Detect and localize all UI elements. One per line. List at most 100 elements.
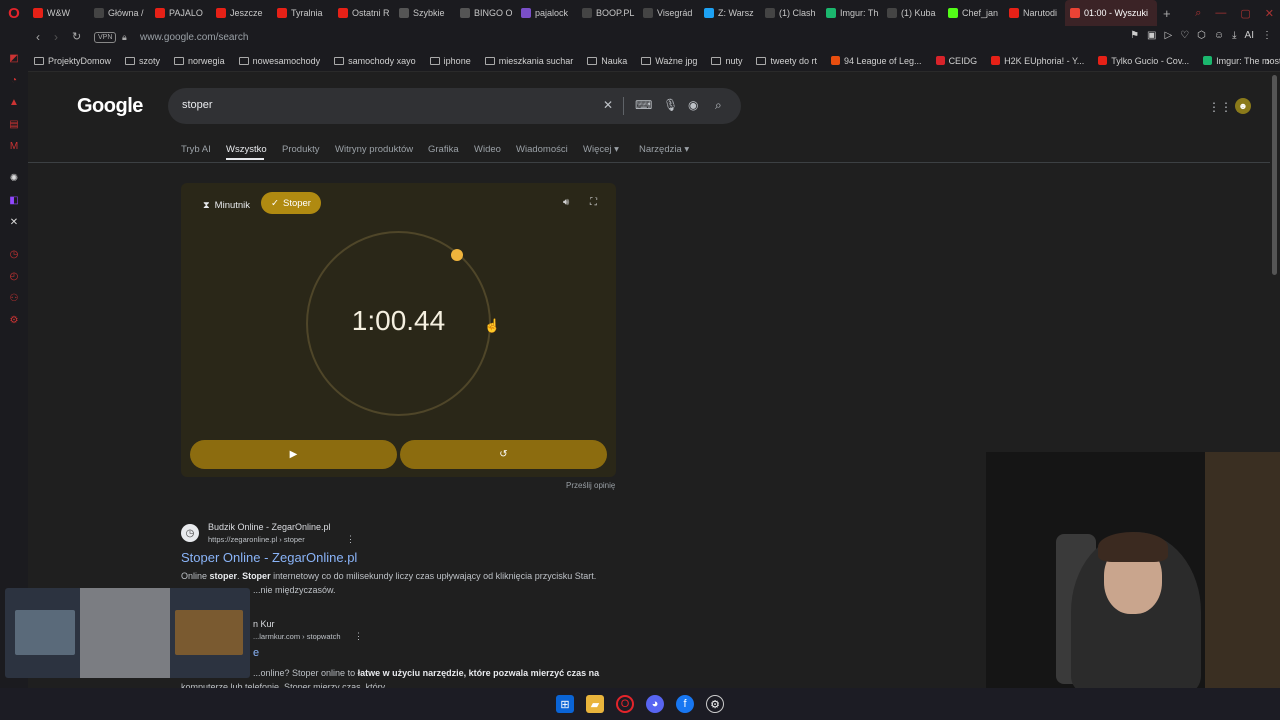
bookmarks-overflow-icon[interactable]: ›: [1266, 54, 1270, 68]
feedback-link[interactable]: Prześlij opinię: [566, 481, 615, 490]
result-url[interactable]: https://zegaronline.pl › stoper: [208, 535, 305, 544]
menu-icon[interactable]: ⋮: [1262, 30, 1272, 41]
snapshot-icon[interactable]: ▣: [1147, 30, 1156, 41]
tab-wiecej[interactable]: Więcej ▾: [583, 144, 619, 155]
more-options-icon[interactable]: ⋮: [346, 534, 355, 545]
tab-6[interactable]: Szybkie: [394, 0, 455, 26]
heart-icon[interactable]: ♡: [1180, 30, 1189, 41]
sidebar-aria-icon[interactable]: ◔: [8, 74, 20, 86]
steam-icon[interactable]: ⚙: [706, 695, 724, 713]
opera-icon[interactable]: O: [616, 695, 634, 713]
search-input[interactable]: stoper: [182, 99, 213, 111]
reload-button[interactable]: ↻: [72, 30, 81, 43]
bookmark-item[interactable]: mieszkania suchar: [484, 56, 573, 66]
tab-17[interactable]: 01:00 - Wyszuki: [1065, 0, 1157, 26]
stopwatch-tab[interactable]: ✓ Stoper: [261, 192, 321, 214]
bookmark-item[interactable]: norwegia: [174, 56, 225, 66]
tab-produkty[interactable]: Produkty: [282, 144, 320, 155]
tab-12[interactable]: (1) Clash: [760, 0, 821, 26]
tab-witryny-produktow[interactable]: Witryny produktów: [335, 144, 413, 155]
bookmark-item[interactable]: nowesamochody: [238, 56, 320, 66]
new-tab-button[interactable]: +: [1157, 6, 1177, 21]
more-options-icon[interactable]: ⋮: [354, 631, 363, 642]
start-button[interactable]: ▶: [190, 440, 397, 469]
keyboard-icon[interactable]: ⌨: [635, 98, 652, 112]
search-icon[interactable]: ⌕: [715, 98, 722, 113]
sidebar-x-icon[interactable]: ✕: [8, 216, 20, 228]
tab-10[interactable]: Visegrád: [638, 0, 699, 26]
profile-icon[interactable]: ☺: [1214, 30, 1224, 41]
clock-icon[interactable]: ◷: [181, 524, 199, 542]
clear-icon[interactable]: ✕: [603, 98, 613, 112]
lens-icon[interactable]: ◉: [688, 98, 698, 112]
tab-wszystko[interactable]: Wszystko: [226, 144, 267, 155]
player-icon[interactable]: ▷: [1165, 30, 1173, 41]
sidebar-home-icon[interactable]: ◩: [8, 52, 20, 64]
vpn-badge[interactable]: VPN: [94, 32, 117, 43]
result-site-name[interactable]: n Kur: [253, 619, 275, 629]
result-title[interactable]: e: [253, 647, 259, 659]
search-box[interactable]: stoper ✕ ⌨ 🎙︎ ◉ ⌕: [168, 88, 741, 124]
tab-5[interactable]: Ostatni R: [333, 0, 394, 26]
result-url[interactable]: ...larmkur.com › stopwatch: [253, 632, 341, 641]
tab-11[interactable]: Z: Warsz: [699, 0, 760, 26]
bookmark-item[interactable]: Nauka: [587, 56, 627, 66]
download-icon[interactable]: ⤓: [1232, 30, 1236, 41]
sidebar-settings-icon[interactable]: ⚙: [8, 314, 20, 326]
tab-0[interactable]: W&W: [28, 0, 89, 26]
tab-13[interactable]: Imgur: Th: [821, 0, 882, 26]
tab-1[interactable]: Główna /: [89, 0, 150, 26]
bookmark-item[interactable]: szoty: [125, 56, 160, 66]
minimize-button[interactable]: —: [1215, 7, 1226, 19]
bookmark-item[interactable]: ProjektyDomow: [34, 56, 111, 66]
discord-icon[interactable]: ◕: [646, 695, 664, 713]
sidebar-shop-icon[interactable]: ▲: [8, 96, 20, 108]
tab-16[interactable]: Narutodi: [1004, 0, 1065, 26]
avatar[interactable]: ☻: [1235, 98, 1251, 114]
extensions-icon[interactable]: ⬡: [1197, 30, 1206, 41]
bookmark-icon[interactable]: ⚑: [1130, 30, 1139, 41]
back-button[interactable]: ‹: [36, 30, 40, 44]
url-field[interactable]: www.google.com/search: [140, 32, 248, 43]
search-tabs-icon[interactable]: ⌕: [1195, 7, 1201, 20]
tab-grafika[interactable]: Grafika: [428, 144, 459, 155]
sidebar-messenger-icon[interactable]: ▤: [8, 118, 20, 130]
tab-7[interactable]: BINGO O: [455, 0, 516, 26]
bookmark-item[interactable]: samochody xayo: [334, 56, 416, 66]
bookmark-item[interactable]: Tylko Gucio - Cov...: [1098, 56, 1189, 66]
windows-start-icon[interactable]: ⊞: [556, 695, 574, 713]
fullscreen-icon[interactable]: ⛶: [590, 197, 597, 208]
maximize-button[interactable]: ▢: [1240, 7, 1250, 20]
file-explorer-icon[interactable]: ▰: [586, 695, 604, 713]
tab-15[interactable]: Chef_jan: [943, 0, 1004, 26]
sidebar-twitch-icon[interactable]: ◧: [8, 194, 20, 206]
tab-14[interactable]: (1) Kuba: [882, 0, 943, 26]
bookmark-item[interactable]: H2K EUphoria! - Y...: [991, 56, 1084, 66]
sidebar-clock-icon[interactable]: ◴: [8, 270, 20, 282]
sidebar-history-icon[interactable]: ◷: [8, 248, 20, 260]
tab-tryb-ai[interactable]: Tryb AI: [181, 144, 211, 155]
tab-3[interactable]: Jeszcze: [211, 0, 272, 26]
scrollbar-thumb[interactable]: [1272, 75, 1277, 275]
close-window-button[interactable]: ✕: [1265, 7, 1274, 20]
bookmark-item[interactable]: CEIDG: [935, 56, 977, 66]
tab-wiadomosci[interactable]: Wiadomości: [516, 144, 568, 155]
tab-2[interactable]: PAJALO: [150, 0, 211, 26]
tab-8[interactable]: pajalock: [516, 0, 577, 26]
microphone-icon[interactable]: 🎙︎: [663, 98, 678, 112]
tab-wideo[interactable]: Wideo: [474, 144, 501, 155]
bookmark-item[interactable]: nuty: [711, 56, 742, 66]
bookmark-item[interactable]: Ważne jpg: [641, 56, 697, 66]
sidebar-flow-icon[interactable]: ⚇: [8, 292, 20, 304]
sidebar-chatgpt-icon[interactable]: ✺: [8, 172, 20, 184]
forward-button[interactable]: ›: [54, 30, 58, 44]
facebook-icon[interactable]: f: [676, 695, 694, 713]
tab-narzedzia[interactable]: Narzędzia ▾: [639, 144, 689, 155]
tab-4[interactable]: Tyralnia: [272, 0, 333, 26]
ai-icon[interactable]: AI: [1245, 30, 1254, 41]
opera-logo-icon[interactable]: O: [0, 0, 28, 26]
lock-icon[interactable]: 🔒︎: [122, 32, 127, 43]
result-title[interactable]: Stoper Online - ZegarOnline.pl: [181, 550, 357, 565]
timer-tab[interactable]: ⧗ Minutnik: [195, 194, 258, 216]
bookmark-item[interactable]: tweety do rt: [756, 56, 817, 66]
